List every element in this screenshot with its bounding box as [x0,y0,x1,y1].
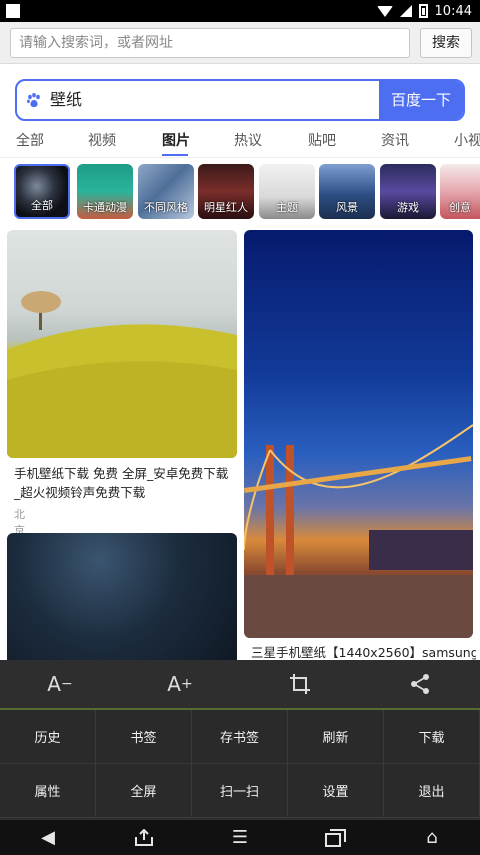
url-search-button[interactable]: 搜索 [420,28,472,58]
menu-icon[interactable]: ☰ [192,820,288,855]
battery-icon [418,4,428,18]
tabs-glyph [325,828,346,847]
result-image-bridge[interactable] [244,230,473,638]
tab-tieba[interactable]: 贴吧 [308,130,336,150]
menu-scan[interactable]: 扫一扫 [192,764,288,818]
category-celebrity[interactable]: 明星红人 [198,164,254,219]
wifi-icon [376,5,393,17]
url-input[interactable]: 请输入搜索词，或者网址 [10,28,410,58]
clock: 10:44 [434,3,472,19]
category-label: 主题 [276,201,298,214]
bridge-illustration [244,424,473,638]
crop-icon[interactable] [240,660,360,708]
tab-all[interactable]: 全部 [16,130,44,150]
tab-short-video[interactable]: 小视 [454,130,480,150]
result-title[interactable]: 手机壁纸下载 免费 全屏_安卓免费下载_超火视频铃声免费下载 [14,464,234,502]
notification-icon [6,4,20,18]
tab-discussion[interactable]: 热议 [234,130,262,150]
menu-download[interactable]: 下载 [384,710,480,764]
tabs-icon[interactable] [288,820,384,855]
tab-news[interactable]: 资讯 [381,130,409,150]
category-label: 卡通动漫 [83,201,127,214]
baidu-search-box: 壁纸 百度一下 [15,79,465,121]
menu-properties[interactable]: 属性 [0,764,96,818]
category-label: 创意 [449,201,471,214]
category-styles[interactable]: 不同风格 [138,164,194,219]
tab-video[interactable]: 视频 [88,130,116,150]
share-tray-glyph [135,828,153,846]
menu-tools: A − A + [0,660,480,708]
menu-history[interactable]: 历史 [0,710,96,764]
menu-save-bookmark[interactable]: 存书签 [192,710,288,764]
bottom-nav: ◀ ☰ ⌂ [0,820,480,855]
share-tray-icon[interactable] [96,820,192,855]
category-game[interactable]: 游戏 [380,164,436,219]
signal-icon [399,5,412,17]
back-icon[interactable]: ◀ [0,820,96,855]
category-all[interactable]: 全部 [14,164,70,219]
browser-menu: A − A + 历史 书签 存书签 刷新 下载 属性 全屏 扫一扫 设置 退出 [0,660,480,820]
menu-grid: 历史 书签 存书签 刷新 下载 属性 全屏 扫一扫 设置 退出 [0,710,480,818]
result-image-hill[interactable] [7,230,237,458]
category-label: 不同风格 [144,201,188,214]
menu-bookmarks[interactable]: 书签 [96,710,192,764]
search-tabs: 全部 视频 图片 热议 贴吧 资讯 小视 [0,128,480,158]
crop-glyph [290,674,310,694]
category-theme[interactable]: 主题 [259,164,315,219]
category-label: 全部 [31,199,53,212]
result-image-stars[interactable] [7,533,237,673]
search-query-input[interactable]: 壁纸 [50,81,82,119]
home-icon[interactable]: ⌂ [384,820,480,855]
category-label: 明星红人 [204,201,248,214]
increase-font-icon[interactable]: A + [120,660,240,708]
active-tab-indicator [162,154,188,156]
hill-tree-illustration [7,291,237,458]
menu-settings[interactable]: 设置 [288,764,384,818]
category-landscape[interactable]: 风景 [319,164,375,219]
category-label: 风景 [336,201,358,214]
status-bar: 10:44 [0,0,480,22]
menu-refresh[interactable]: 刷新 [288,710,384,764]
decrease-font-icon[interactable]: A − [0,660,120,708]
baidu-search-button[interactable]: 百度一下 [379,81,463,119]
menu-exit[interactable]: 退出 [384,764,480,818]
share-icon[interactable] [360,660,480,708]
baidu-paw-icon [27,93,40,108]
browser-toolbar: 请输入搜索词，或者网址 搜索 [0,22,480,64]
category-label: 游戏 [397,201,419,214]
tab-images[interactable]: 图片 [162,130,190,150]
status-right: 10:44 [376,2,472,20]
category-cartoon[interactable]: 卡通动漫 [77,164,133,219]
share-glyph [411,674,429,694]
category-creative[interactable]: 创意 [440,164,480,219]
menu-fullscreen[interactable]: 全屏 [96,764,192,818]
image-categories: 全部 卡通动漫 不同风格 明星红人 主题 风景 游戏 创意 [0,164,480,220]
